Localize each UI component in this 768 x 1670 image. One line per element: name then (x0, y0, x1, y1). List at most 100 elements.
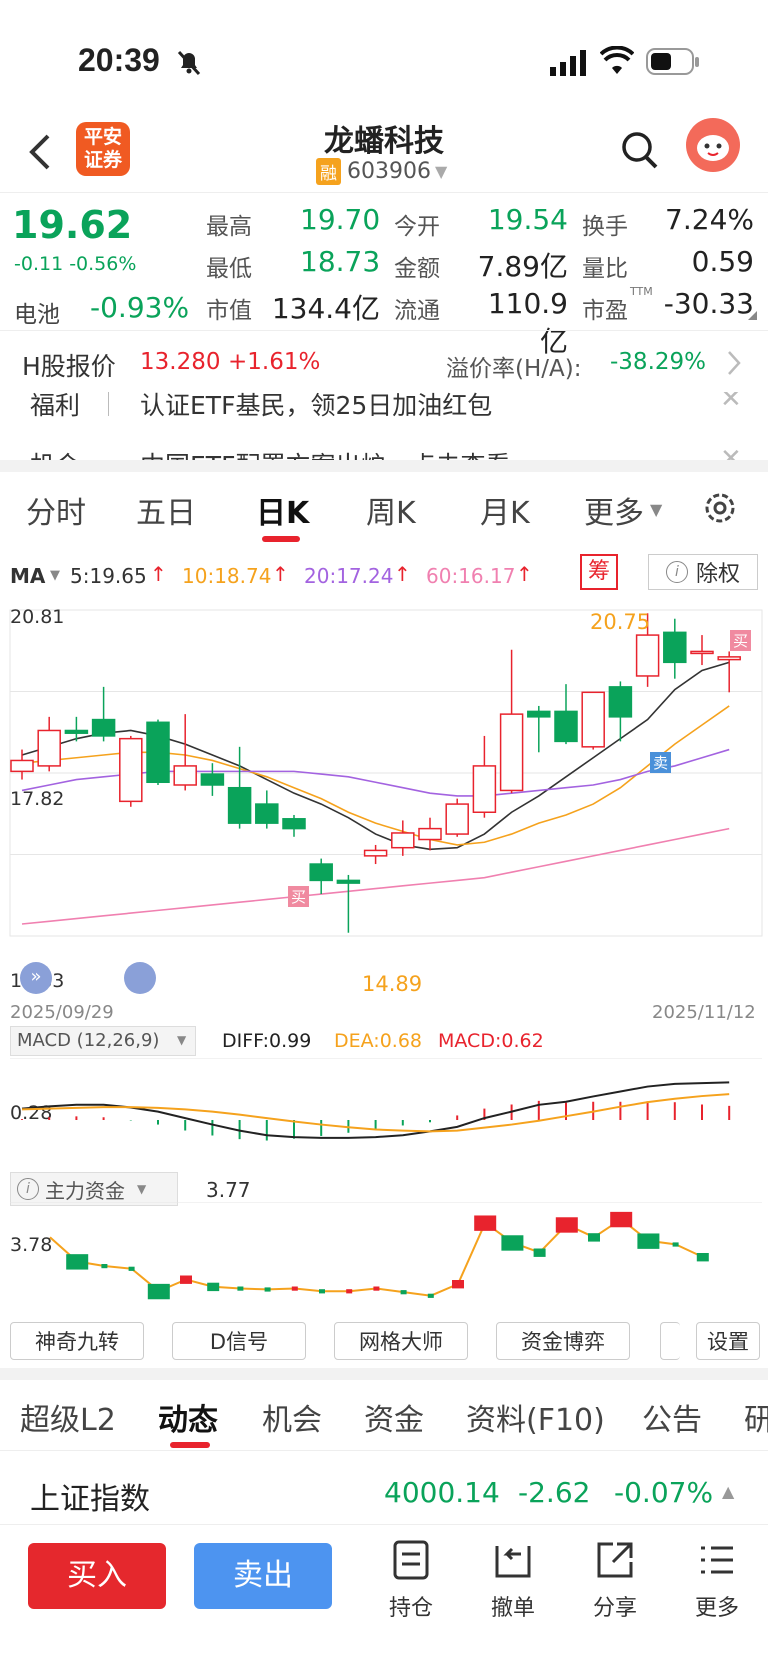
tab-intraday[interactable]: 分时 (26, 488, 86, 532)
indicator-grid-master-button[interactable]: 网格大师 (334, 1322, 468, 1360)
high-annotation: 20.75 (590, 610, 651, 634)
margin-badge: 融 (316, 158, 341, 185)
tab-more[interactable]: 更多 (584, 488, 644, 532)
float-label: 流通 (394, 298, 440, 324)
capital-panel[interactable]: i 主力资金 ▼ 3.77 3.78 (0, 1172, 768, 1312)
stock-code: 603906 (347, 159, 431, 184)
capital-marker (207, 1282, 220, 1292)
index-change: -2.62 (518, 1476, 591, 1509)
indicator-capital-game-button[interactable]: 资金博弈 (496, 1322, 630, 1360)
close-icon[interactable]: ✕ (720, 392, 742, 414)
tab-monthly-k[interactable]: 月K (480, 488, 530, 532)
assistant-avatar[interactable] (686, 118, 740, 172)
active-tab-indicator (170, 1442, 210, 1448)
capital-svg (10, 1202, 762, 1300)
sell-signal-mark: 卖 (650, 752, 672, 773)
kline-chart[interactable]: 20.81 17.82 14.83 20.75 14.89 买 买 卖 » 20… (0, 600, 768, 1026)
menu-list-icon (701, 1546, 733, 1574)
promo-banner[interactable]: 机会 中国ETF配置方案出炉，点击查看 ✕ (0, 444, 768, 460)
hshare-row[interactable]: H股报价 13.280 +1.61% 溢价率(H/A): -38.29% (0, 330, 768, 392)
share-label: 分享 (592, 1596, 637, 1621)
candle-body (663, 631, 687, 664)
candle-body (10, 759, 34, 773)
tab-news[interactable]: 动态 (158, 1395, 218, 1439)
tab-super-l2[interactable]: 超级L2 (20, 1395, 116, 1439)
reset-zoom-button[interactable] (124, 962, 156, 994)
capital-marker (373, 1286, 380, 1291)
chip-distribution-button[interactable]: 筹 (580, 554, 618, 590)
expand-corner-icon[interactable] (748, 311, 757, 320)
close-icon[interactable]: ✕ (720, 444, 742, 460)
tab-weekly-k[interactable]: 周K (366, 488, 416, 532)
chevron-right-icon[interactable] (726, 349, 742, 377)
holdings-label: 持仓 (388, 1596, 433, 1621)
capital-marker (180, 1275, 192, 1284)
ma-line-ma60 (21, 827, 730, 925)
promo-text: 认证ETF基民，领25日加油红包 (140, 392, 493, 420)
kline-svg (9, 609, 763, 937)
holdings-button[interactable]: 持仓 (376, 1540, 446, 1622)
last-price: 19.62 (12, 203, 133, 247)
caret-down-icon: ▼ (650, 500, 663, 519)
capital-marker (610, 1211, 633, 1228)
amount-value: 7.89亿 (477, 250, 568, 283)
ma-legend: MA ▼ 5:19.65 ↑ 10:18.74 ↑ 20:17.24 ↑ 60:… (0, 554, 768, 596)
ma20-value: 20:17.24 (304, 564, 394, 588)
tab-5day[interactable]: 五日 (136, 488, 196, 532)
tab-daily-k[interactable]: 日K (256, 488, 309, 532)
macd-panel[interactable]: MACD (12,26,9) ▼ DIFF:0.99 DEA:0.68 MACD… (0, 1026, 768, 1166)
vol-ratio-label: 量比 (582, 256, 628, 282)
capital-marker (400, 1290, 407, 1295)
high-value: 19.70 (300, 203, 381, 236)
tab-f10[interactable]: 资料(F10) (466, 1395, 605, 1439)
more-menu-button[interactable]: 更多 (682, 1540, 752, 1622)
capital-title-button[interactable]: i 主力资金 ▼ (10, 1172, 178, 1206)
promo-banner[interactable]: 福利 认证ETF基民，领25日加油红包 ✕ (0, 392, 768, 426)
hshare-price: 13.280 (140, 349, 221, 375)
candle-body (282, 818, 306, 830)
caret-down-icon[interactable]: ▼ (435, 162, 447, 181)
signal-icon (550, 50, 586, 76)
nav-divider (0, 1450, 768, 1451)
divider (108, 392, 109, 416)
indicator-settings-button[interactable]: 设置 (696, 1322, 760, 1360)
capital-marker (237, 1286, 244, 1291)
search-icon[interactable] (620, 130, 660, 170)
sell-button[interactable]: 卖出 (194, 1543, 332, 1609)
caret-down-icon: ▼ (50, 568, 60, 583)
tab-announcement[interactable]: 公告 (642, 1395, 702, 1439)
cancel-order-button[interactable]: 撤单 (478, 1540, 548, 1622)
candle-body (200, 773, 225, 786)
candle-body (690, 650, 714, 655)
candle-body (309, 863, 333, 882)
caret-up-icon[interactable]: ▲ (722, 1482, 734, 1501)
index-row[interactable]: 上证指数 4000.14 -2.62 -0.07% ▲ (0, 1462, 768, 1520)
candle-body (635, 634, 660, 677)
low-value: 18.73 (300, 245, 381, 278)
macd-title-button[interactable]: MACD (12,26,9) ▼ (10, 1026, 196, 1056)
index-pct: -0.07% (614, 1476, 714, 1509)
hshare-pct: +1.61% (228, 349, 321, 375)
capital-marker (696, 1253, 709, 1262)
promo-tag: 机会 (30, 446, 80, 460)
settings-gear-icon[interactable] (702, 490, 738, 526)
pe-value: -30.33 (663, 287, 754, 320)
buy-button[interactable]: 买入 (28, 1543, 166, 1609)
tab-capital[interactable]: 资金 (364, 1395, 424, 1439)
candle-body (255, 803, 279, 824)
indicator-more-button[interactable] (660, 1322, 680, 1360)
caret-down-icon: ▼ (137, 1182, 147, 1196)
share-button[interactable]: 分享 (580, 1540, 650, 1622)
capital-marker (66, 1254, 89, 1270)
candle-body (445, 803, 469, 835)
scroll-left-button[interactable]: » (20, 962, 52, 994)
candle-body (173, 765, 197, 786)
share-icon (597, 1542, 633, 1578)
tab-research[interactable]: 研 (744, 1395, 768, 1439)
indicator-d-signal-button[interactable]: D信号 (172, 1322, 306, 1360)
ma-label[interactable]: MA (10, 564, 45, 588)
mcap-value: 134.4亿 (271, 292, 380, 325)
ex-rights-button[interactable]: i 除权 (648, 554, 758, 590)
tab-opportunity[interactable]: 机会 (262, 1395, 322, 1439)
indicator-nine-turn-button[interactable]: 神奇九转 (10, 1322, 144, 1360)
